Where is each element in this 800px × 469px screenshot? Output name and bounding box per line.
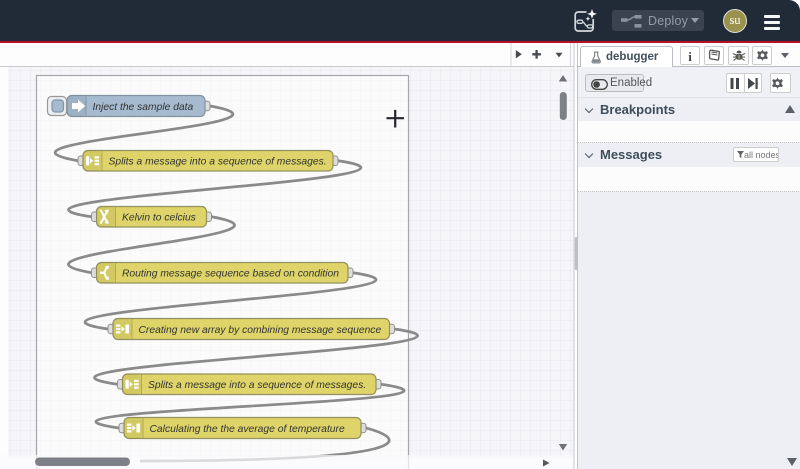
svg-text:Calculating the the average of: Calculating the the average of temperatu… xyxy=(150,424,345,435)
svg-text:Routing message sequence based: Routing message sequence based on condit… xyxy=(122,269,339,280)
svg-text:Creating new array by combinin: Creating new array by combining message … xyxy=(139,325,382,336)
svg-text:Inject the sample data: Inject the sample data xyxy=(93,102,194,113)
svg-text:Splits a message into a sequen: Splits a message into a sequence of mess… xyxy=(148,380,366,391)
svg-text:Kelvin to celcius: Kelvin to celcius xyxy=(122,213,196,224)
svg-text:Splits a message into a sequen: Splits a message into a sequence of mess… xyxy=(109,157,327,168)
